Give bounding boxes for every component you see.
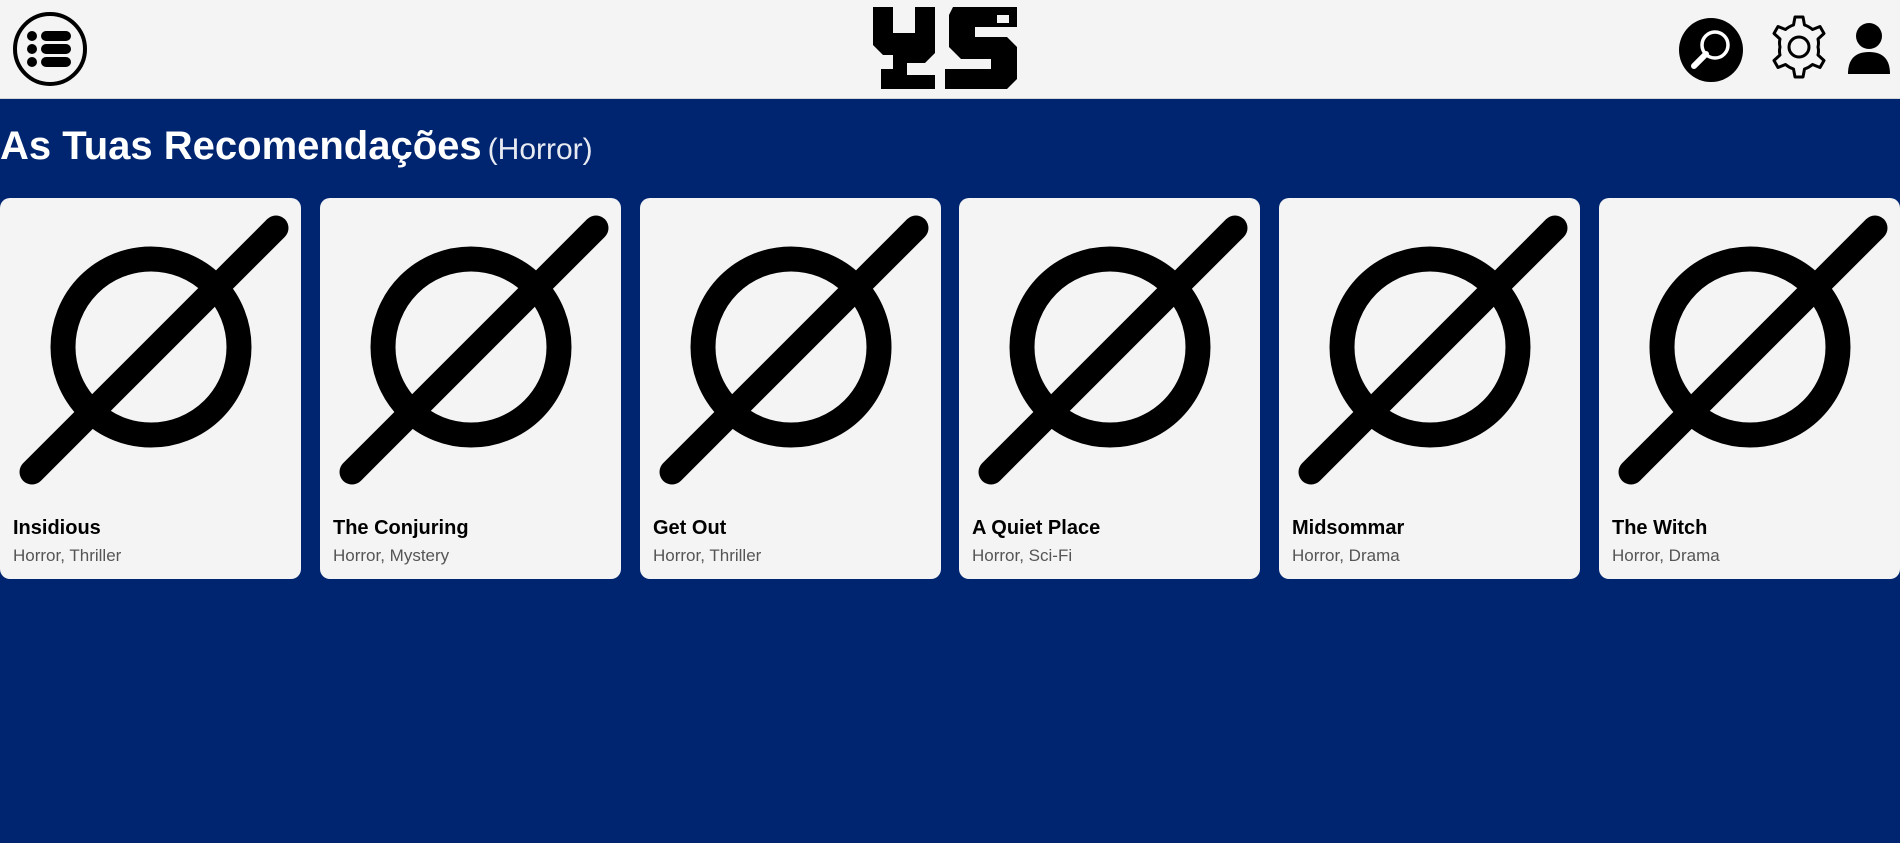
movie-card[interactable]: Get Out Horror, Thriller bbox=[640, 198, 941, 579]
settings-button[interactable] bbox=[1766, 14, 1832, 80]
movie-genres: Horror, Thriller bbox=[13, 546, 122, 565]
search-button[interactable] bbox=[1678, 17, 1744, 83]
movie-card[interactable]: Midsommar Horror, Drama bbox=[1279, 198, 1580, 579]
movie-card[interactable]: A Quiet Place Horror, Sci-Fi bbox=[959, 198, 1260, 579]
recommendations-genre: (Horror) bbox=[487, 133, 593, 166]
user-icon bbox=[1848, 23, 1890, 74]
movie-genres: Horror, Mystery bbox=[333, 546, 450, 565]
recommendations-heading: As Tuas Recomendações (Horror) bbox=[0, 124, 593, 169]
movie-title: Midsommar bbox=[1292, 517, 1405, 539]
movie-card[interactable]: Insidious Horror, Thriller bbox=[0, 198, 301, 579]
movie-card[interactable]: The Conjuring Horror, Mystery bbox=[320, 198, 621, 579]
gear-icon bbox=[1772, 15, 1826, 79]
no-image-icon bbox=[1298, 215, 1568, 485]
menu-button[interactable] bbox=[12, 12, 88, 88]
movie-title: The Conjuring bbox=[333, 517, 469, 539]
search-icon bbox=[1679, 18, 1743, 82]
no-image-icon bbox=[659, 215, 929, 485]
recommendations-title: As Tuas Recomendações bbox=[0, 124, 482, 168]
movie-title: Get Out bbox=[653, 517, 727, 539]
no-image-icon bbox=[978, 215, 1248, 485]
no-image-icon bbox=[1618, 215, 1888, 485]
movie-genres: Horror, Thriller bbox=[653, 546, 762, 565]
profile-button[interactable] bbox=[1846, 22, 1892, 74]
top-bar bbox=[0, 0, 1900, 99]
movie-title: A Quiet Place bbox=[972, 517, 1101, 539]
movie-genres: Horror, Sci-Fi bbox=[972, 546, 1073, 565]
list-icon bbox=[13, 12, 87, 86]
movie-card[interactable]: The Witch Horror, Drama bbox=[1599, 198, 1900, 579]
movie-title: The Witch bbox=[1612, 517, 1708, 539]
no-image-icon bbox=[339, 215, 609, 485]
movie-genres: Horror, Drama bbox=[1292, 546, 1400, 565]
movie-genres: Horror, Drama bbox=[1612, 546, 1720, 565]
site-logo[interactable] bbox=[873, 7, 1017, 89]
movie-title: Insidious bbox=[13, 517, 101, 539]
movie-card-list: Insidious Horror, Thriller The Conjuring… bbox=[0, 198, 1900, 579]
no-image-icon bbox=[19, 215, 289, 485]
ys-logo-icon bbox=[873, 7, 1017, 89]
